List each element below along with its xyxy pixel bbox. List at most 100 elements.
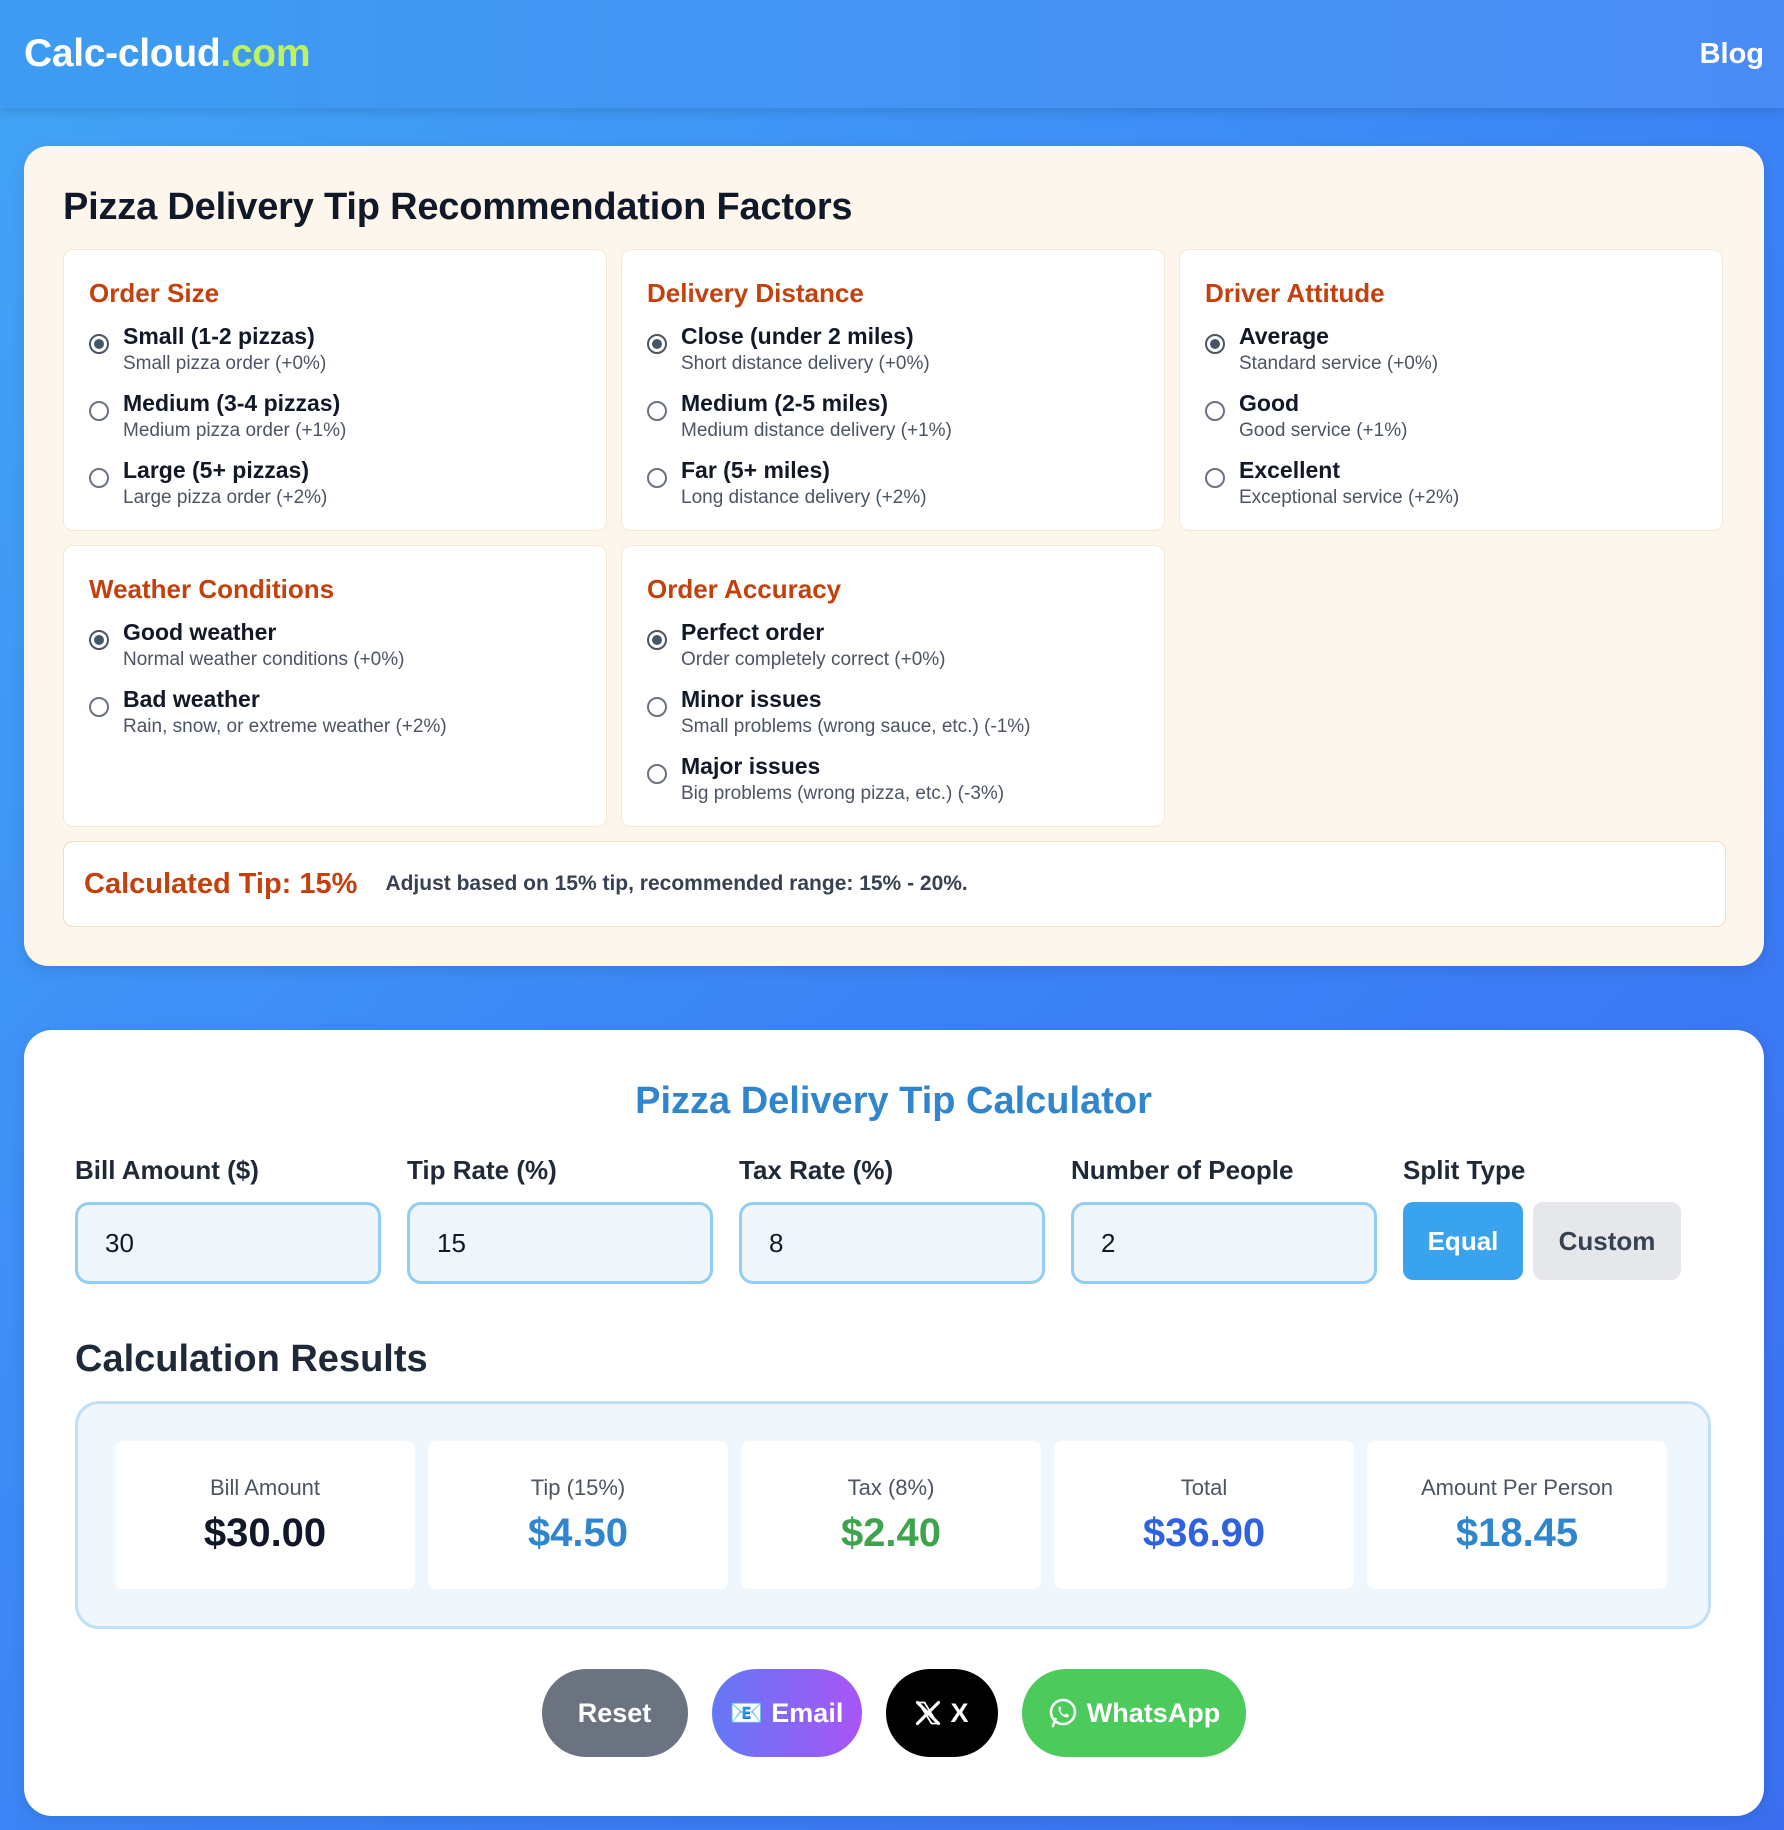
reset-button[interactable]: Reset (541, 1669, 688, 1757)
option-label: Bad weather (123, 686, 260, 712)
whatsapp-share-button[interactable]: WhatsApp (1021, 1669, 1246, 1757)
email-label: Email (771, 1697, 844, 1728)
factor-option[interactable]: Medium (2-5 miles) Medium distance delive… (647, 388, 1140, 444)
option-description: Short distance delivery (+0%) (681, 353, 930, 374)
tip-rate-label: Tip Rate (%) (407, 1155, 557, 1185)
bill-amount-input[interactable] (75, 1202, 381, 1284)
results-title: Calculation Results (75, 1338, 428, 1380)
x-share-button[interactable]: X (885, 1669, 998, 1757)
factor-option[interactable]: Average Standard service (+0%) (1205, 321, 1698, 377)
option-label: Perfect order (681, 619, 825, 645)
result-label: Tax (8%) (847, 1474, 935, 1500)
site-logo[interactable]: Calc-cloud.com (24, 32, 311, 76)
site-header: Calc-cloud.com Blog (0, 0, 1784, 108)
option-text: Average Standard service (+0%) (1239, 321, 1438, 377)
option-text: Perfect order Order completely correct (+… (681, 617, 946, 673)
radio-button[interactable] (89, 334, 109, 354)
result-value: $18.45 (1455, 1510, 1579, 1555)
factor-option[interactable]: Good Good service (+1%) (1205, 388, 1698, 444)
radio-button[interactable] (647, 697, 667, 717)
option-label: Medium (2-5 miles) (681, 390, 889, 416)
tax-rate-input[interactable] (739, 1202, 1045, 1284)
split-equal-button[interactable]: Equal (1403, 1202, 1523, 1280)
radio-button[interactable] (647, 468, 667, 488)
factor-card-order-accuracy: Order Accuracy Perfect order Order complet… (621, 545, 1165, 827)
radio-button[interactable] (1205, 401, 1225, 421)
x-logo-icon (914, 1699, 942, 1727)
factor-option[interactable]: Medium (3-4 pizzas) Medium pizza order (+… (89, 388, 582, 444)
option-label: Small (1-2 pizzas) (123, 323, 315, 349)
radio-button[interactable] (89, 630, 109, 650)
nav-blog-link[interactable]: Blog (1700, 38, 1764, 71)
option-description: Standard service (+0%) (1239, 353, 1439, 374)
option-description: Small problems (wrong sauce, etc.) (-1%) (681, 716, 1031, 737)
result-value: $4.50 (527, 1510, 629, 1555)
split-custom-button[interactable]: Custom (1533, 1202, 1681, 1280)
factor-card-delivery-distance: Delivery Distance Close (under 2 miles) Sh… (621, 249, 1165, 531)
logo-domain: .com (220, 32, 311, 75)
tax-rate-field-group: Tax Rate (%) (739, 1155, 1045, 1284)
option-label: Excellent (1239, 457, 1340, 483)
split-type-toggle: Equal Custom (1403, 1202, 1681, 1280)
option-text: Far (5+ miles) Long distance delivery (+2… (681, 455, 927, 511)
option-label: Medium (3-4 pizzas) (123, 390, 341, 416)
result-value: $36.90 (1142, 1510, 1266, 1555)
radio-button[interactable] (1205, 334, 1225, 354)
result-tax: Tax (8%) $2.40 (741, 1441, 1041, 1589)
result-total: Total $36.90 (1054, 1441, 1354, 1589)
option-description: Large pizza order (+2%) (123, 487, 328, 508)
radio-button[interactable] (89, 468, 109, 488)
result-label: Bill Amount (209, 1474, 321, 1500)
radio-button[interactable] (89, 401, 109, 421)
option-text: Close (under 2 miles) Short distance deli… (681, 321, 930, 377)
radio-button[interactable] (647, 630, 667, 650)
option-label: Minor issues (681, 686, 822, 712)
tip-rate-field-group: Tip Rate (%) (407, 1155, 713, 1284)
calculated-tip-note: Adjust based on 15% tip, recommended ran… (385, 872, 968, 895)
radio-button[interactable] (647, 334, 667, 354)
result-per-person: Amount Per Person $18.45 (1367, 1441, 1667, 1589)
factor-option[interactable]: Excellent Exceptional service (+2%) (1205, 455, 1698, 511)
radio-button[interactable] (89, 697, 109, 717)
x-label: X (950, 1697, 969, 1728)
split-type-group: Split Type Equal Custom (1403, 1155, 1681, 1284)
factor-card-title: Weather Conditions (89, 574, 335, 604)
option-description: Normal weather conditions (+0%) (123, 649, 405, 670)
results-box: Bill Amount $30.00 Tip (15%) $4.50 Tax (… (75, 1401, 1711, 1629)
factor-card-driver-attitude: Driver Attitude Average Standard service (… (1179, 249, 1723, 531)
radio-button[interactable] (647, 764, 667, 784)
option-text: Large (5+ pizzas) Large pizza order (+2%) (123, 455, 327, 511)
bill-amount-field-group: Bill Amount ($) (75, 1155, 381, 1284)
option-description: Good service (+1%) (1239, 420, 1408, 441)
whatsapp-label: WhatsApp (1086, 1697, 1221, 1728)
calculated-tip-value: Calculated Tip: 15% (84, 867, 358, 900)
factor-option[interactable]: Large (5+ pizzas) Large pizza order (+2%) (89, 455, 582, 511)
option-description: Medium pizza order (+1%) (123, 420, 347, 441)
tip-rate-input[interactable] (407, 1202, 713, 1284)
option-text: Bad weather Rain, snow, or extreme weathe… (123, 684, 447, 740)
option-text: Medium (2-5 miles) Medium distance delive… (681, 388, 952, 444)
factor-option[interactable]: Good weather Normal weather conditions (+… (89, 617, 582, 673)
action-buttons: Reset 📧 Email X WhatsApp (75, 1669, 1712, 1757)
result-tip: Tip (15%) $4.50 (428, 1441, 728, 1589)
factor-option[interactable]: Perfect order Order completely correct (+… (647, 617, 1140, 673)
people-input[interactable] (1071, 1202, 1377, 1284)
factor-option[interactable]: Far (5+ miles) Long distance delivery (+2… (647, 455, 1140, 511)
option-description: Exceptional service (+2%) (1239, 487, 1460, 508)
factor-option[interactable]: Minor issues Small problems (wrong sauce,… (647, 684, 1140, 740)
factor-card-title: Order Accuracy (647, 574, 842, 604)
option-label: Close (under 2 miles) (681, 323, 914, 349)
factor-option[interactable]: Close (under 2 miles) Short distance deli… (647, 321, 1140, 377)
option-description: Rain, snow, or extreme weather (+2%) (123, 716, 447, 737)
factor-option[interactable]: Major issues Big problems (wrong pizza, e… (647, 751, 1140, 807)
factor-card-title: Delivery Distance (647, 278, 864, 308)
split-type-label: Split Type (1403, 1155, 1526, 1185)
option-description: Long distance delivery (+2%) (681, 487, 927, 508)
radio-button[interactable] (1205, 468, 1225, 488)
email-share-button[interactable]: 📧 Email (711, 1669, 862, 1757)
factor-option[interactable]: Bad weather Rain, snow, or extreme weathe… (89, 684, 582, 740)
result-value: $30.00 (203, 1510, 327, 1555)
factor-option[interactable]: Small (1-2 pizzas) Small pizza order (+0%… (89, 321, 582, 377)
option-text: Excellent Exceptional service (+2%) (1239, 455, 1459, 511)
radio-button[interactable] (647, 401, 667, 421)
